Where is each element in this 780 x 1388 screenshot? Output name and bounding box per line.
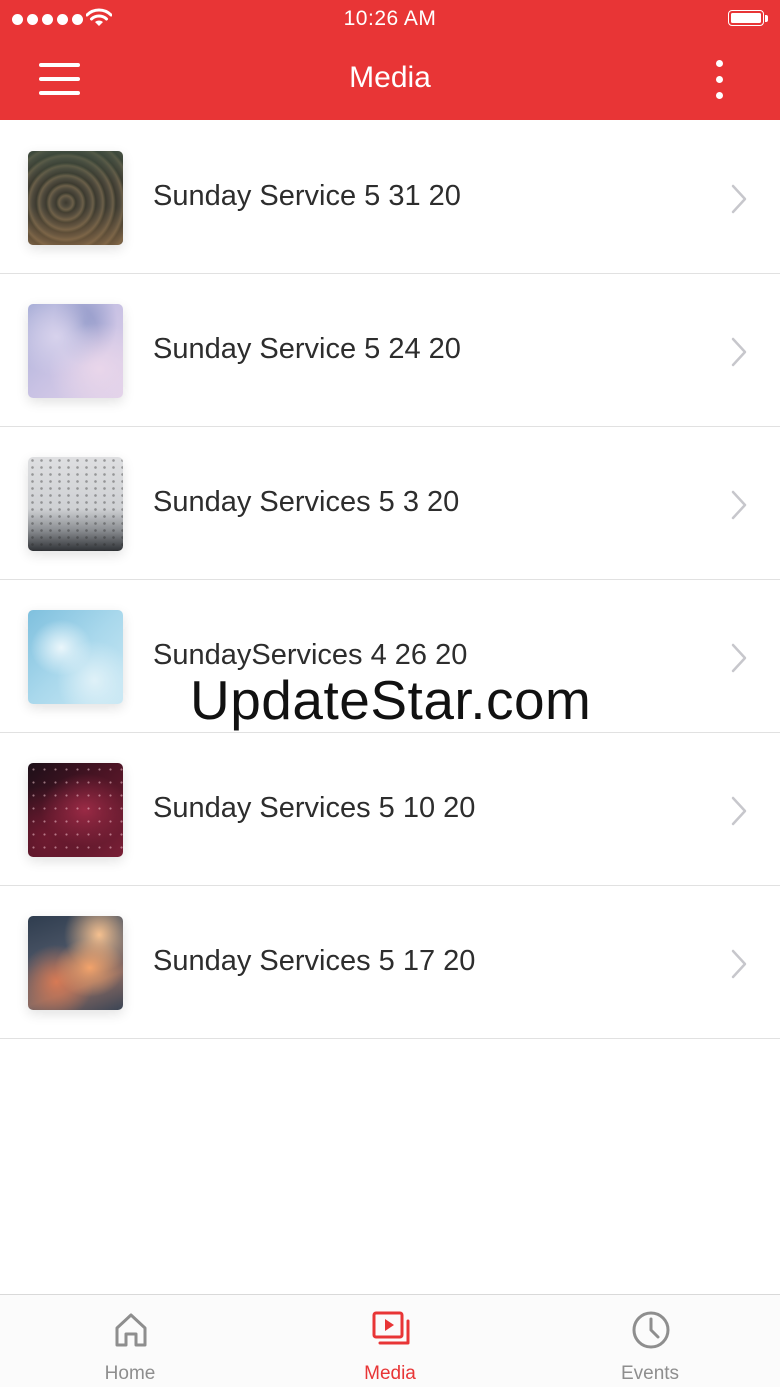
- app-header: 10:26 AM Media: [0, 0, 780, 120]
- tab-label-home: Home: [104, 1363, 156, 1384]
- chevron-right-icon: [731, 949, 747, 979]
- media-list-item[interactable]: Sunday Service 5 31 20: [0, 121, 780, 274]
- media-list-item[interactable]: Sunday Services 5 10 20: [0, 733, 780, 886]
- clock-icon: [632, 1311, 670, 1349]
- menu-button[interactable]: [30, 56, 88, 104]
- status-time: 10:26 AM: [343, 7, 437, 30]
- home-icon: [115, 1313, 147, 1347]
- chevron-right-icon: [731, 490, 747, 520]
- media-item-title: Sunday Service 5 31 20: [153, 180, 461, 212]
- media-thumbnail: [28, 610, 123, 704]
- nav-bar: Media: [0, 40, 780, 120]
- chevron-right-icon: [731, 796, 747, 826]
- chevron-right-icon: [731, 643, 747, 673]
- media-thumbnail: [28, 151, 123, 245]
- media-list: Sunday Service 5 31 20 Sunday Service 5 …: [0, 121, 780, 1039]
- media-item-title: Sunday Services 5 3 20: [153, 486, 460, 518]
- tab-events[interactable]: Events: [520, 1295, 780, 1388]
- media-list-item[interactable]: Sunday Services 5 3 20: [0, 427, 780, 580]
- media-play-icon: [372, 1311, 410, 1345]
- chevron-right-icon: [731, 184, 747, 214]
- media-item-title: Sunday Services 5 10 20: [153, 792, 476, 824]
- tab-bar: Home Media Events: [0, 1294, 780, 1387]
- battery-icon: [728, 10, 768, 28]
- media-thumbnail: [28, 304, 123, 398]
- media-item-title: Sunday Service 5 24 20: [153, 333, 461, 365]
- tab-media[interactable]: Media: [260, 1295, 520, 1388]
- media-list-item[interactable]: Sunday Services 5 17 20: [0, 886, 780, 1039]
- more-options-button[interactable]: [700, 54, 740, 106]
- media-thumbnail: [28, 916, 123, 1010]
- chevron-right-icon: [731, 337, 747, 367]
- status-bar: 10:26 AM: [0, 0, 780, 40]
- media-thumbnail: [28, 763, 123, 857]
- media-item-title: Sunday Services 5 17 20: [153, 945, 476, 977]
- watermark-text: UpdateStar.com: [190, 669, 592, 731]
- tab-label-events: Events: [620, 1363, 680, 1384]
- media-list-item[interactable]: Sunday Service 5 24 20: [0, 274, 780, 427]
- media-thumbnail: [28, 457, 123, 551]
- tab-label-media: Media: [364, 1363, 416, 1384]
- tab-home[interactable]: Home: [0, 1295, 260, 1388]
- page-title: Media: [349, 61, 431, 94]
